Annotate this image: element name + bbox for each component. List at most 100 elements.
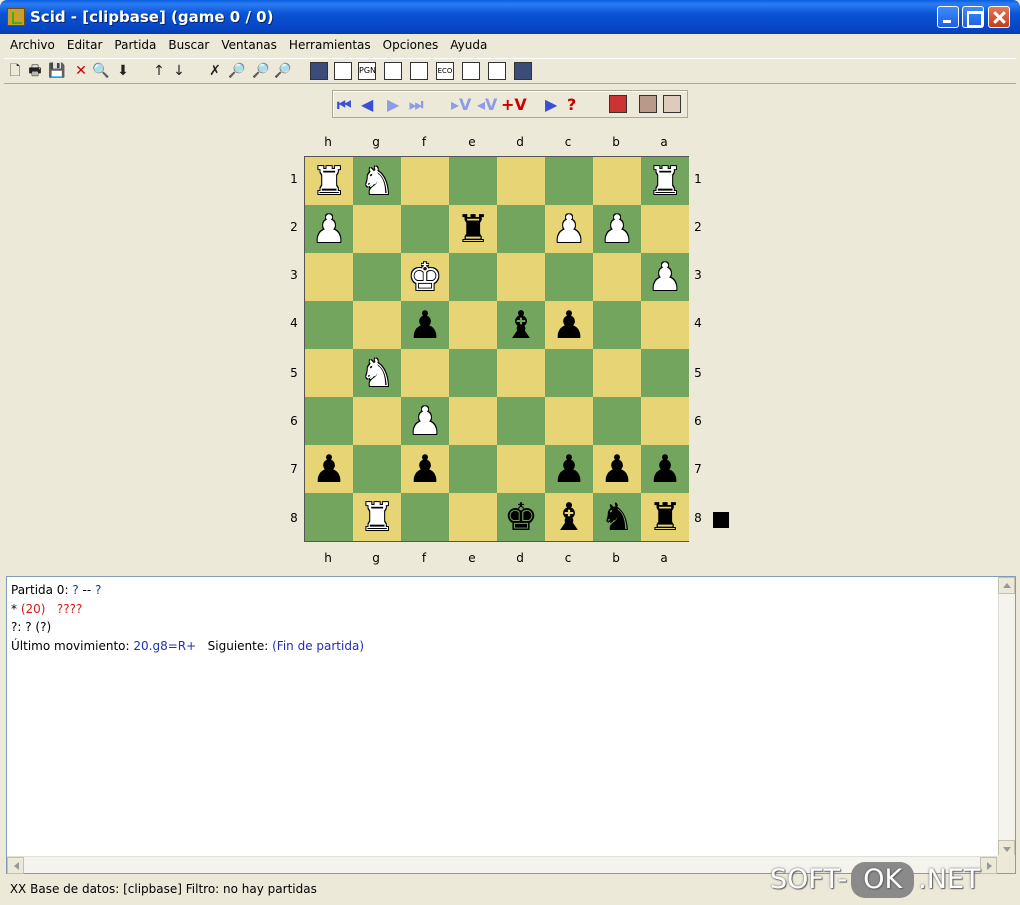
board-square[interactable] <box>497 253 545 301</box>
board-square[interactable] <box>497 349 545 397</box>
board-square[interactable] <box>497 445 545 493</box>
board-square[interactable]: ♟ <box>545 205 593 253</box>
game-info-icon[interactable] <box>334 62 352 80</box>
move-forward-icon[interactable]: ▶ <box>387 95 399 115</box>
board-square[interactable]: ♝ <box>497 301 545 349</box>
black-piece[interactable]: ♞ <box>600 498 634 536</box>
board-square[interactable] <box>353 301 401 349</box>
white-piece[interactable]: ♜ <box>312 162 346 200</box>
white-piece[interactable]: ♞ <box>360 162 394 200</box>
board-square[interactable] <box>353 253 401 301</box>
title-bar[interactable]: Scid - [clipbase] (game 0 / 0) <box>0 0 1020 34</box>
board-square[interactable]: ♞ <box>593 493 641 541</box>
menu-ventanas[interactable]: Ventanas <box>215 35 283 55</box>
board-square[interactable] <box>641 205 689 253</box>
white-piece[interactable]: ♟ <box>408 402 442 440</box>
goto-start-icon[interactable]: ⏮ <box>337 95 351 115</box>
vertical-scrollbar[interactable] <box>998 577 1015 857</box>
minimize-button[interactable] <box>937 6 959 28</box>
board-square[interactable]: ♜ <box>641 493 689 541</box>
black-player-link[interactable]: ? <box>95 583 101 597</box>
white-piece[interactable]: ♜ <box>648 162 682 200</box>
enter-variation-icon[interactable]: ▸V <box>451 95 471 115</box>
find-icon[interactable]: 🔍 <box>92 62 110 80</box>
white-piece[interactable]: ♟ <box>312 210 346 248</box>
black-piece[interactable]: ♟ <box>600 450 634 488</box>
gamelist-icon[interactable] <box>310 62 328 80</box>
board-square[interactable]: ♝ <box>545 493 593 541</box>
board-square[interactable] <box>401 157 449 205</box>
board-square[interactable]: ♚ <box>497 493 545 541</box>
board-square[interactable] <box>449 397 497 445</box>
menu-opciones[interactable]: Opciones <box>377 35 445 55</box>
black-piece[interactable]: ♟ <box>552 450 586 488</box>
scroll-right-icon[interactable] <box>980 857 997 874</box>
white-player-link[interactable]: ? <box>72 583 78 597</box>
board-square[interactable] <box>449 493 497 541</box>
white-piece[interactable]: ♟ <box>648 258 682 296</box>
board-square[interactable]: ♟ <box>305 205 353 253</box>
board-square[interactable] <box>305 493 353 541</box>
board-square[interactable] <box>641 397 689 445</box>
board-square[interactable] <box>497 157 545 205</box>
black-piece[interactable]: ♝ <box>552 498 586 536</box>
board-square[interactable] <box>401 493 449 541</box>
menu-partida[interactable]: Partida <box>108 35 162 55</box>
menu-ayuda[interactable]: Ayuda <box>444 35 493 55</box>
goto-end-icon[interactable]: ⏭ <box>409 95 423 115</box>
white-piece[interactable]: ♚ <box>408 258 442 296</box>
board-square[interactable] <box>449 253 497 301</box>
autoplay-icon[interactable]: ▶ <box>545 95 557 115</box>
white-piece[interactable]: ♟ <box>600 210 634 248</box>
board-square[interactable] <box>353 397 401 445</box>
board-square[interactable]: ♟ <box>401 301 449 349</box>
train-icon[interactable] <box>514 62 532 80</box>
board-square[interactable]: ♞ <box>353 349 401 397</box>
maximize-button[interactable] <box>962 6 984 28</box>
board-square[interactable] <box>497 205 545 253</box>
board-search-icon[interactable]: ✗ <box>206 62 224 80</box>
board-square[interactable] <box>545 349 593 397</box>
player-search-icon[interactable]: 🔎 <box>274 62 292 80</box>
board-square[interactable] <box>353 205 401 253</box>
save-icon[interactable]: 💾 <box>48 62 66 80</box>
board-square[interactable] <box>593 157 641 205</box>
eco-icon[interactable]: ECO <box>436 62 454 80</box>
board-square[interactable] <box>593 301 641 349</box>
black-piece[interactable]: ♟ <box>408 450 442 488</box>
board-square[interactable]: ♟ <box>593 445 641 493</box>
scroll-up-icon[interactable] <box>998 577 1015 594</box>
board-square[interactable]: ♟ <box>641 445 689 493</box>
flip-board-icon[interactable] <box>609 95 627 113</box>
trial-mode-icon[interactable]: ? <box>567 95 576 115</box>
pgn-icon[interactable]: PGN <box>358 62 376 80</box>
down-icon[interactable]: ↓ <box>170 62 188 80</box>
scroll-left-icon[interactable] <box>7 857 24 874</box>
board-square[interactable]: ♜ <box>449 205 497 253</box>
move-back-icon[interactable]: ◀ <box>361 95 373 115</box>
board-square[interactable]: ♜ <box>641 157 689 205</box>
board-square[interactable] <box>497 397 545 445</box>
header-search-icon[interactable]: 🔎 <box>228 62 246 80</box>
board-square[interactable] <box>305 301 353 349</box>
board-square[interactable]: ♟ <box>641 253 689 301</box>
black-piece[interactable]: ♟ <box>312 450 346 488</box>
menu-herramientas[interactable]: Herramientas <box>283 35 377 55</box>
board-square[interactable]: ♟ <box>305 445 353 493</box>
board-square[interactable]: ♟ <box>545 301 593 349</box>
board-square[interactable] <box>449 349 497 397</box>
analysis-icon[interactable] <box>462 62 480 80</box>
material-search-icon[interactable]: 🔎 <box>252 62 270 80</box>
exit-variation-icon[interactable]: ◂V <box>477 95 497 115</box>
black-piece[interactable]: ♟ <box>648 450 682 488</box>
open-icon[interactable]: 🖶 <box>26 62 44 80</box>
up-icon[interactable]: ↑ <box>150 62 168 80</box>
board-square[interactable]: ♞ <box>353 157 401 205</box>
board-square[interactable] <box>641 349 689 397</box>
board-square[interactable] <box>305 253 353 301</box>
board-square[interactable] <box>593 397 641 445</box>
black-piece[interactable]: ♟ <box>408 306 442 344</box>
menu-editar[interactable]: Editar <box>61 35 109 55</box>
board-square[interactable] <box>449 445 497 493</box>
black-piece[interactable]: ♚ <box>504 498 538 536</box>
